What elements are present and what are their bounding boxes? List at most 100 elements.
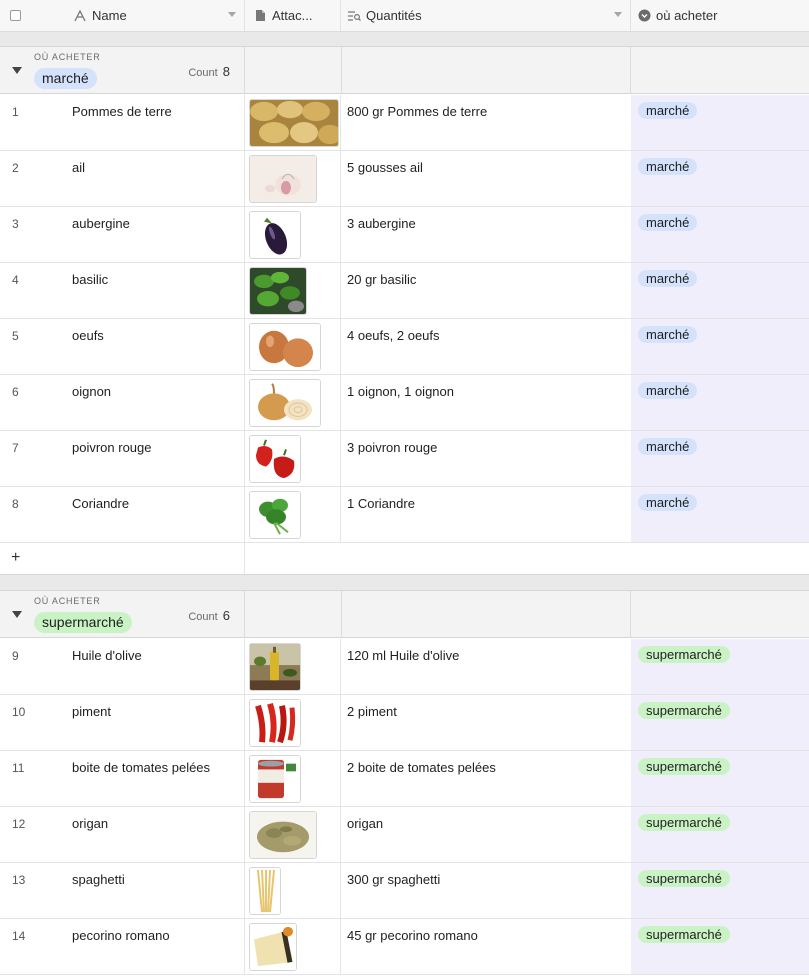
cell-quantities[interactable]: 5 gousses ail [341,151,631,206]
cell-quantities[interactable]: 120 ml Huile d'olive [341,639,631,694]
cell-name[interactable]: oignon [63,375,245,430]
column-header-attachments[interactable]: Attac... [245,0,341,31]
cell-quantities[interactable]: 1 oignon, 1 oignon [341,375,631,430]
column-header-quantities[interactable]: Quantités [341,0,631,31]
attachment-thumbnail[interactable] [249,323,321,371]
cell-attachment[interactable] [245,639,341,694]
cell-name[interactable]: piment [63,695,245,750]
cell-name[interactable]: Pommes de terre [63,95,245,150]
cell-quantities[interactable]: 2 piment [341,695,631,750]
cell-attachment[interactable] [245,431,341,486]
cell-where[interactable]: supermarché [631,919,809,974]
cell-where[interactable]: marché [631,151,809,206]
cell-attachment[interactable] [245,263,341,318]
cell-quantities[interactable]: 3 aubergine [341,207,631,262]
cell-quantities[interactable]: 2 boite de tomates pelées [341,751,631,806]
cell-attachment[interactable] [245,375,341,430]
cell-attachment[interactable] [245,919,341,974]
cell-quantities[interactable]: origan [341,807,631,862]
cell-quantities[interactable]: 45 gr pecorino romano [341,919,631,974]
add-record-icon[interactable]: + [11,549,20,567]
table-row[interactable]: 10 piment 2 piment supermarché [0,695,809,751]
attachment-thumbnail[interactable] [249,379,321,427]
cell-name[interactable]: origan [63,807,245,862]
chevron-down-icon[interactable] [614,12,622,17]
group-header-left: OÙ ACHETER supermarché Count 6 [0,591,245,637]
cell-where[interactable]: supermarché [631,639,809,694]
cell-attachment[interactable] [245,863,341,918]
cell-where[interactable]: supermarché [631,751,809,806]
cell-where[interactable]: marché [631,95,809,150]
attachment-thumbnail[interactable] [249,491,301,539]
attachment-thumbnail[interactable] [249,211,301,259]
cell-name[interactable]: pecorino romano [63,919,245,974]
cell-name[interactable]: oeufs [63,319,245,374]
text-field-icon [73,9,87,23]
cell-name[interactable]: Coriandre [63,487,245,542]
select-all-checkbox[interactable] [10,10,21,21]
attachment-thumbnail[interactable] [249,643,301,691]
cell-name[interactable]: basilic [63,263,245,318]
attachment-thumbnail[interactable] [249,811,317,859]
cell-attachment[interactable] [245,151,341,206]
table-row[interactable]: 12 origan origan supermarché [0,807,809,863]
chevron-down-icon[interactable] [228,12,236,17]
attachment-thumbnail[interactable] [249,267,307,315]
table-row[interactable]: 2 ail 5 gousses ail marché [0,151,809,207]
table-row[interactable]: 8 Coriandre 1 Coriandre marché [0,487,809,543]
cell-where[interactable]: supermarché [631,863,809,918]
table-row[interactable]: 9 Huile d'olive 120 ml Huile d'olive superm… [0,639,809,695]
attachment-thumbnail[interactable] [249,923,297,971]
column-header-name[interactable]: Name [63,0,245,31]
table-row[interactable]: 6 oignon 1 oignon, 1 oignon marché [0,375,809,431]
cell-where[interactable]: marché [631,319,809,374]
table-row[interactable]: 11 boite de tomates pelées 2 boite de toma… [0,751,809,807]
table-row[interactable]: 5 oeufs 4 oeufs, 2 oeufs marché [0,319,809,375]
cell-attachment[interactable] [245,319,341,374]
attachment-thumbnail[interactable] [249,867,281,915]
cell-name[interactable]: Huile d'olive [63,639,245,694]
cell-where[interactable]: marché [631,487,809,542]
table-row[interactable]: 1 Pommes de terre 800 gr Pommes de terre ma… [0,95,809,151]
cell-name[interactable]: aubergine [63,207,245,262]
column-header-where[interactable]: où acheter [631,0,809,31]
cell-where[interactable]: supermarché [631,695,809,750]
cell-attachment[interactable] [245,207,341,262]
cell-where[interactable]: marché [631,263,809,318]
table-row[interactable]: 7 poivron rouge 3 poivron rouge marché [0,431,809,487]
attachment-thumbnail[interactable] [249,155,317,203]
cell-attachment[interactable] [245,487,341,542]
cell-quantities[interactable]: 20 gr basilic [341,263,631,318]
table-row[interactable]: 14 pecorino romano 45 gr pecorino romano su… [0,919,809,975]
collapse-triangle-icon[interactable] [12,611,22,618]
cell-quantities[interactable]: 3 poivron rouge [341,431,631,486]
cell-attachment[interactable] [245,95,341,150]
attachment-thumbnail[interactable] [249,699,301,747]
table-row[interactable]: 3 aubergine 3 aubergine marché [0,207,809,263]
cell-where[interactable]: marché [631,375,809,430]
cell-quantities[interactable]: 4 oeufs, 2 oeufs [341,319,631,374]
cell-name[interactable]: spaghetti [63,863,245,918]
attachment-thumbnail[interactable] [249,99,339,147]
attachment-thumbnail[interactable] [249,755,301,803]
cell-where[interactable]: marché [631,207,809,262]
collapse-triangle-icon[interactable] [12,67,22,74]
group-header-supermarche[interactable]: OÙ ACHETER supermarché Count 6 [0,590,809,638]
table-row[interactable]: 4 basilic 20 gr basilic marché [0,263,809,319]
group-header-marche[interactable]: OÙ ACHETER marché Count 8 [0,46,809,94]
cell-name[interactable]: boite de tomates pelées [63,751,245,806]
cell-name[interactable]: ail [63,151,245,206]
table-row[interactable]: 13 spaghetti 300 gr spaghetti supermarché [0,863,809,919]
cell-attachment[interactable] [245,807,341,862]
cell-where[interactable]: marché [631,431,809,486]
where-tag: supermarché [638,702,730,719]
cell-quantities[interactable]: 1 Coriandre [341,487,631,542]
attachment-thumbnail[interactable] [249,435,301,483]
cell-where[interactable]: supermarché [631,807,809,862]
cell-attachment[interactable] [245,751,341,806]
cell-name[interactable]: poivron rouge [63,431,245,486]
add-row[interactable]: + [0,543,809,575]
cell-quantities[interactable]: 300 gr spaghetti [341,863,631,918]
cell-attachment[interactable] [245,695,341,750]
cell-quantities[interactable]: 800 gr Pommes de terre [341,95,631,150]
